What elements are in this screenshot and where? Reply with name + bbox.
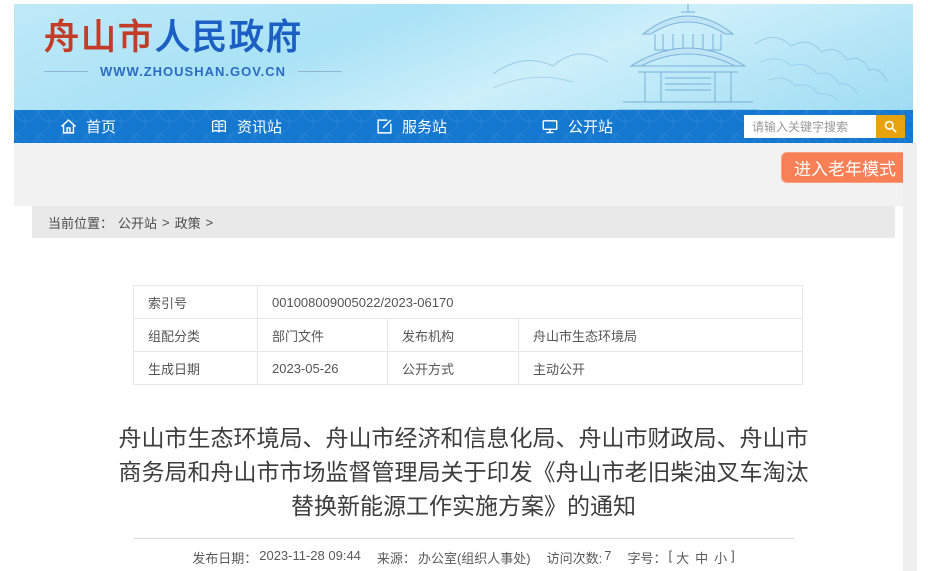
service-icon (376, 118, 393, 135)
font-size-medium[interactable]: 中 (693, 548, 710, 567)
method-value: 主动公开 (519, 352, 803, 385)
home-icon (60, 118, 77, 135)
font-size-large[interactable]: 大 (674, 548, 691, 567)
divider-line-right (298, 71, 342, 72)
source: 来源：办公室(组织人事处) (377, 548, 531, 567)
visit-count: 访问次数:7 (547, 548, 612, 567)
breadcrumb-item-disclosure[interactable]: 公开站 (118, 213, 157, 232)
news-icon (210, 118, 228, 135)
font-size-control: 字号：[大中小] (627, 548, 734, 567)
breadcrumb-separator: > (162, 215, 170, 230)
site-title: 舟山市人民政府 (44, 16, 342, 60)
nav-item-home[interactable]: 首页 (60, 116, 116, 137)
nav-item-disclosure[interactable]: 公开站 (541, 116, 613, 137)
index-value: 001008009005022/2023-06170 (258, 286, 803, 319)
agency-label: 发布机构 (388, 319, 519, 352)
site-logo[interactable]: 舟山市人民政府 WWW.ZHOUSHAN.GOV.CN (44, 16, 342, 79)
article-content: 索引号 001008009005022/2023-06170 组配分类 部门文件… (14, 238, 913, 567)
nav-item-label: 资讯站 (237, 116, 282, 137)
disclosure-icon (541, 118, 559, 135)
date-label: 生成日期 (134, 352, 258, 385)
document-info-table: 索引号 001008009005022/2023-06170 组配分类 部门文件… (133, 285, 803, 385)
site-title-city: 舟山市 (44, 18, 155, 57)
date-value: 2023-05-26 (258, 352, 388, 385)
divider-line-left (44, 71, 88, 72)
agency-value: 舟山市生态环境局 (519, 319, 803, 352)
search-box (744, 115, 905, 138)
nav-item-news[interactable]: 资讯站 (210, 116, 282, 137)
site-url: WWW.ZHOUSHAN.GOV.CN (100, 64, 286, 79)
nav-item-label: 首页 (86, 116, 116, 137)
breadcrumb-separator: > (206, 215, 214, 230)
elder-mode-button[interactable]: 进入老年模式 (781, 152, 909, 183)
category-value: 部门文件 (258, 319, 388, 352)
title-divider (134, 538, 794, 539)
main-navbar: 首页 资讯站 服务站 公开站 (14, 110, 913, 143)
method-label: 公开方式 (388, 352, 519, 385)
nav-item-service[interactable]: 服务站 (376, 116, 447, 137)
search-input[interactable] (744, 115, 876, 138)
page-container: 舟山市人民政府 WWW.ZHOUSHAN.GOV.CN 首页 资讯站 (14, 4, 913, 567)
font-size-small[interactable]: 小 (712, 548, 729, 567)
nav-item-label: 公开站 (568, 116, 613, 137)
breadcrumb: 当前位置： 公开站 > 政策 > (32, 206, 895, 238)
nav-item-label: 服务站 (402, 116, 447, 137)
site-banner: 舟山市人民政府 WWW.ZHOUSHAN.GOV.CN (14, 4, 913, 110)
article-meta: 发布日期：2023-11-28 09:44 来源：办公室(组织人事处) 访问次数… (14, 548, 913, 567)
category-label: 组配分类 (134, 319, 258, 352)
breadcrumb-item-policy[interactable]: 政策 (175, 213, 201, 232)
index-label: 索引号 (134, 286, 258, 319)
page-title: 舟山市生态环境局、舟山市经济和信息化局、舟山市财政局、舟山市商务局和舟山市市场监… (108, 421, 820, 523)
site-url-row: WWW.ZHOUSHAN.GOV.CN (44, 64, 342, 79)
toolbar-strip: 进入老年模式 (14, 143, 913, 206)
site-title-gov: 人民政府 (155, 18, 303, 57)
table-row: 索引号 001008009005022/2023-06170 (134, 286, 803, 319)
page-scrollbar[interactable] (903, 143, 917, 571)
search-button[interactable] (876, 115, 905, 138)
pavilion-illustration (493, 4, 913, 110)
search-icon (883, 119, 898, 134)
table-row: 生成日期 2023-05-26 公开方式 主动公开 (134, 352, 803, 385)
publish-date: 发布日期：2023-11-28 09:44 (192, 548, 361, 567)
table-row: 组配分类 部门文件 发布机构 舟山市生态环境局 (134, 319, 803, 352)
breadcrumb-label: 当前位置： (48, 213, 113, 232)
